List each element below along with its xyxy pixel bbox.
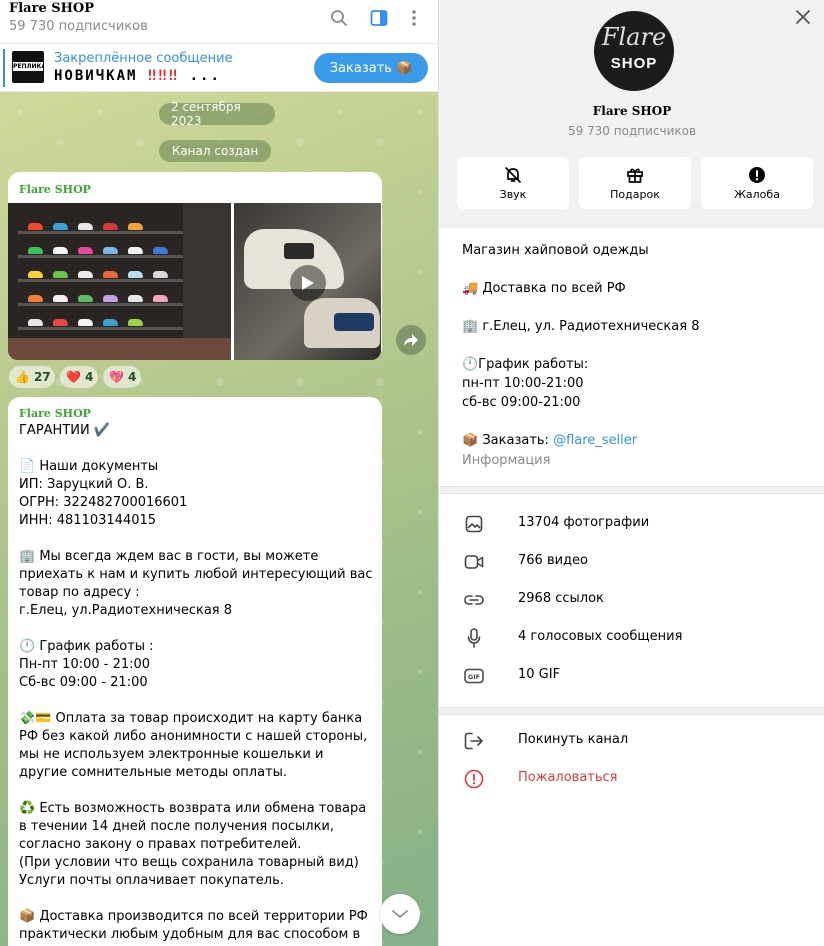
alert-icon — [749, 166, 765, 183]
pinned-indicator — [3, 49, 5, 87]
order-prefix: 📦 Заказать: — [462, 433, 554, 448]
media-links-label: 2968 ссылок — [518, 591, 604, 606]
profile-subscribers: 59 730 подписчиков — [567, 124, 697, 138]
gift-button[interactable]: Подарок — [579, 157, 691, 209]
reaction-heart[interactable]: ❤️ 4 — [60, 366, 98, 388]
sneaker-video-thumbnail[interactable] — [234, 203, 381, 360]
gif-icon: GIF — [463, 665, 485, 687]
pinned-text: НОВИЧКАМ ‼‼‼ ... — [54, 68, 221, 84]
channel-info-panel: Flare SHOP Flare SHOP 59 730 подписчиков… — [438, 0, 824, 946]
leave-channel-row[interactable]: Покинуть канал — [439, 722, 824, 760]
share-icon[interactable] — [396, 325, 426, 355]
pinned-title: Закреплённое сообщение — [54, 51, 233, 66]
channel-description: Магазин хайповой одежды 🚚 Доставка по вс… — [462, 241, 812, 450]
chat-column: Flare SHOP 59 730 подписчиков РЕПЛИКА За… — [0, 0, 438, 946]
info-label: Информация — [462, 453, 551, 468]
svg-text:GIF: GIF — [468, 673, 480, 681]
microphone-icon — [463, 627, 485, 649]
avatar-shop-text: SHOP — [610, 55, 658, 72]
gift-button-label: Подарок — [610, 187, 660, 201]
gift-icon — [627, 168, 643, 183]
link-icon — [463, 589, 485, 611]
mute-button[interactable]: Звук — [457, 157, 569, 209]
thumbs-up-icon: 👍 — [15, 370, 30, 384]
sidebar-toggle-icon[interactable] — [367, 6, 391, 30]
reaction-count: 27 — [33, 370, 51, 384]
media-gif-row[interactable]: GIF 10 GIF — [439, 657, 824, 695]
chat-header[interactable]: Flare SHOP 59 730 подписчиков — [0, 0, 438, 44]
section-divider — [439, 707, 824, 715]
media-photos-row[interactable]: 13704 фотографии — [439, 505, 824, 543]
description-text: Магазин хайповой одежды 🚚 Доставка по вс… — [462, 243, 700, 410]
post-text: ГАРАНТИИ ✔️ 📄 Наши документы ИП: Заруцки… — [19, 423, 373, 946]
guarantees-post[interactable]: Flare SHOP ГАРАНТИИ ✔️ 📄 Наши документы … — [8, 397, 382, 946]
report-action-label: Жалоба — [734, 187, 780, 201]
leave-icon — [463, 730, 485, 752]
profile-header: Flare SHOP Flare SHOP 59 730 подписчиков… — [439, 0, 824, 228]
pinned-thumbnail-label: РЕПЛИКА — [13, 62, 44, 71]
report-channel-label: Пожаловаться — [518, 770, 618, 785]
leave-channel-label: Покинуть канал — [518, 732, 629, 747]
media-voice-row[interactable]: 4 голосовых сообщения — [439, 619, 824, 657]
scroll-down-button[interactable] — [380, 894, 420, 934]
pinned-text-main: НОВИЧКАМ — [54, 68, 138, 84]
bell-off-icon — [505, 166, 521, 183]
chevron-down-icon — [392, 910, 408, 918]
report-channel-row[interactable]: Пожаловаться — [439, 760, 824, 798]
post-author[interactable]: Flare SHOP — [19, 407, 91, 420]
media-voice-label: 4 голосовых сообщения — [518, 629, 683, 644]
channel-avatar[interactable]: Flare SHOP — [594, 11, 674, 91]
channel-created-pill: Канал создан — [159, 140, 271, 162]
close-icon[interactable] — [791, 5, 815, 29]
pinned-thumbnail: РЕПЛИКА — [12, 51, 44, 83]
chat-subscribers: 59 730 подписчиков — [9, 19, 148, 34]
sparkling-heart-icon: 💖 — [109, 370, 124, 384]
media-gif-label: 10 GIF — [518, 667, 561, 682]
date-pill: 2 сентября 2023 — [159, 100, 275, 128]
profile-name: Flare SHOP — [592, 104, 672, 118]
seller-link[interactable]: @flare_seller — [553, 433, 637, 448]
post-author[interactable]: Flare SHOP — [19, 183, 91, 196]
media-post[interactable]: Flare SHOP — [8, 172, 382, 360]
order-button[interactable]: Заказать 📦 — [314, 53, 428, 83]
photo-icon — [463, 513, 485, 535]
heart-icon: ❤️ — [66, 370, 81, 384]
pinned-text-ellipsis: ... — [189, 68, 221, 84]
media-videos-label: 766 видео — [518, 553, 588, 568]
section-divider — [439, 486, 824, 494]
media-links-row[interactable]: 2968 ссылок — [439, 581, 824, 619]
play-icon[interactable] — [290, 265, 326, 301]
video-icon — [463, 551, 485, 573]
more-vertical-icon[interactable] — [402, 6, 426, 30]
mute-button-label: Звук — [499, 187, 527, 201]
media-videos-row[interactable]: 766 видео — [439, 543, 824, 581]
reaction-count: 4 — [84, 370, 94, 384]
avatar-script-text: Flare — [601, 23, 667, 51]
reaction-thumbs-up[interactable]: 👍 27 — [9, 366, 55, 388]
reaction-count: 4 — [127, 370, 137, 384]
pinned-message[interactable]: РЕПЛИКА Закреплённое сообщение НОВИЧКАМ … — [0, 44, 438, 92]
search-icon[interactable] — [327, 6, 351, 30]
sneaker-wall-photo[interactable] — [8, 203, 231, 360]
report-action-button[interactable]: Жалоба — [701, 157, 813, 209]
report-icon — [463, 768, 485, 790]
pinned-text-marks: ‼‼‼ — [147, 68, 180, 84]
chat-title[interactable]: Flare SHOP — [9, 1, 94, 16]
reaction-sparkling-heart[interactable]: 💖 4 — [103, 366, 141, 388]
media-photos-label: 13704 фотографии — [518, 515, 650, 530]
media-album[interactable] — [8, 203, 381, 360]
